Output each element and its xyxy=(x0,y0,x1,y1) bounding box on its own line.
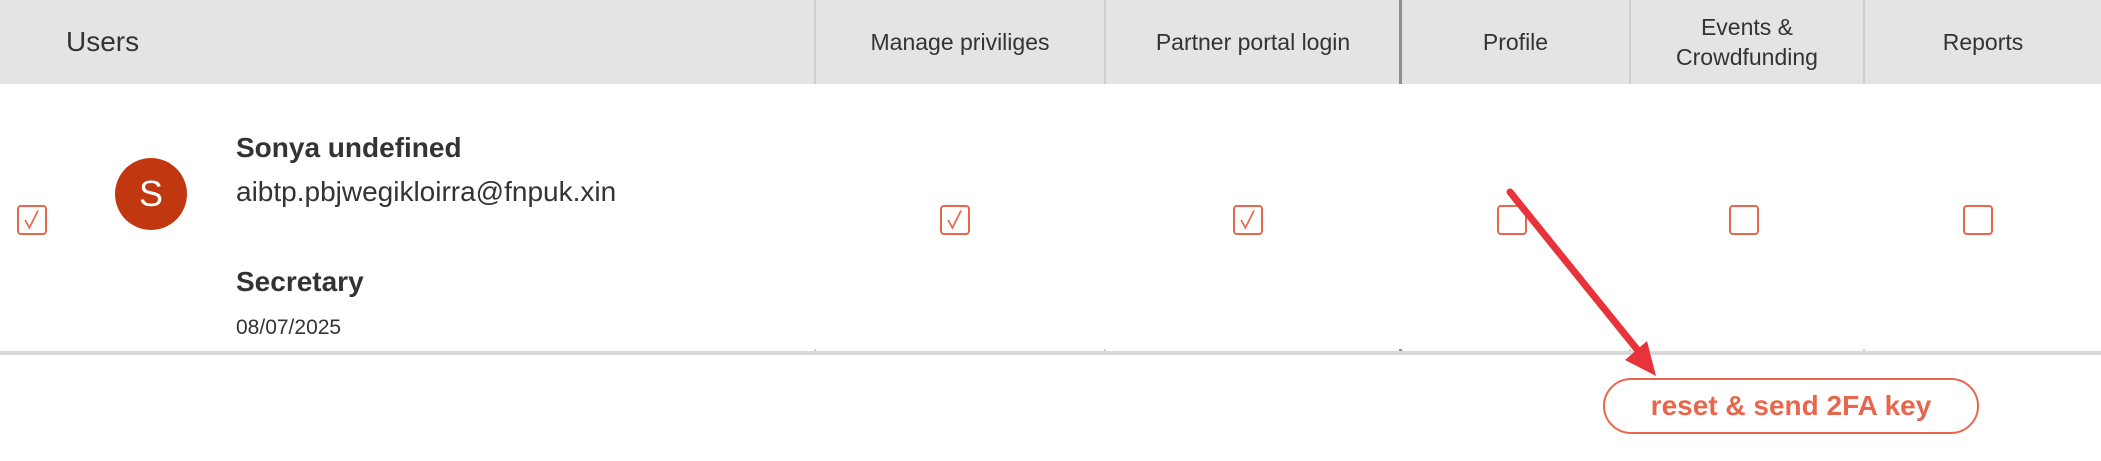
user-permissions-page: Users Manage priviliges Partner portal l… xyxy=(0,0,2101,461)
header-events-line1: Events & xyxy=(1700,14,1794,40)
header-partner-portal-login: Partner portal login xyxy=(1155,29,1351,55)
events-crowdfunding-checkbox[interactable] xyxy=(1729,205,1759,235)
user-role: Secretary xyxy=(236,266,364,297)
avatar: S xyxy=(115,158,187,230)
row-select-checkbox[interactable] xyxy=(17,205,47,235)
check-mark-icon xyxy=(947,210,962,230)
header-reports: Reports xyxy=(1942,29,2024,55)
user-date: 08/07/2025 xyxy=(236,316,342,339)
header-manage-privileges: Manage priviliges xyxy=(870,29,1050,55)
partner-portal-login-checkbox[interactable] xyxy=(1233,205,1263,235)
check-mark-icon xyxy=(24,210,39,230)
header-profile: Profile xyxy=(1482,29,1549,55)
header-users: Users xyxy=(66,26,140,57)
row-divider xyxy=(0,351,2101,355)
user-name: Sonya undefined xyxy=(236,132,462,163)
check-mark-icon xyxy=(1240,210,1255,230)
reset-send-2fa-button[interactable]: reset & send 2FA key xyxy=(1603,378,1979,434)
table-header: Users Manage priviliges Partner portal l… xyxy=(0,0,2101,84)
header-events-line2: Crowdfunding xyxy=(1676,44,1818,70)
reports-checkbox[interactable] xyxy=(1963,205,1993,235)
table-row xyxy=(0,84,2101,349)
header-events-crowdfunding: Events & Crowdfunding xyxy=(1630,0,1864,84)
user-email: aibtp.pbjwegikloirra@fnpuk.xin xyxy=(236,176,617,207)
manage-privileges-checkbox[interactable] xyxy=(940,205,970,235)
profile-checkbox[interactable] xyxy=(1497,205,1527,235)
